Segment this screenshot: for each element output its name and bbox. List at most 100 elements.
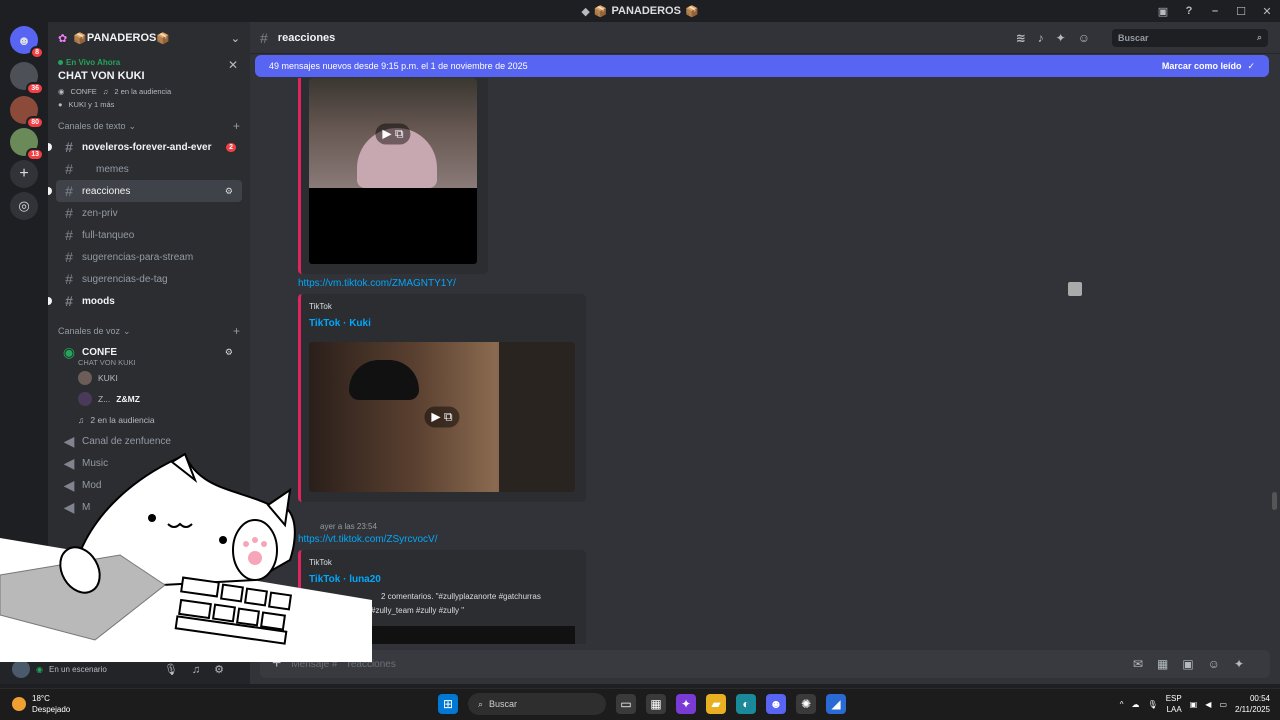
channel-title: reacciones — [277, 31, 336, 44]
onedrive-icon[interactable]: ☁ — [1132, 700, 1140, 709]
add-channel-icon[interactable]: + — [233, 119, 240, 133]
play-icon[interactable]: ▶ ⧉ — [375, 123, 411, 145]
search-input[interactable]: Buscar ⌕ — [1112, 28, 1268, 47]
file-explorer-icon[interactable]: ▰ — [706, 694, 726, 714]
discord-logo-icon: ◆ — [581, 5, 590, 18]
voice-channel-zenfuence[interactable]: ◀ Canal de zenfuence — [56, 430, 242, 452]
channel-reacciones[interactable]: # reacciones ⚙ — [48, 180, 242, 202]
avatar[interactable] — [12, 660, 30, 678]
bell-icon[interactable]: ♪ — [1038, 31, 1056, 45]
title-emoji: 📦 — [684, 5, 699, 18]
weather-icon — [12, 697, 26, 711]
language-indicator[interactable]: ESP LAA — [1166, 693, 1182, 715]
clock[interactable]: 00:54 2/11/2025 — [1235, 693, 1270, 715]
task-view-icon[interactable]: ▭ — [616, 694, 636, 714]
threads-icon[interactable]: ≋ — [1016, 31, 1038, 45]
start-button[interactable]: ⊞ — [438, 694, 458, 714]
sticker-image — [1068, 282, 1082, 296]
banner-text: 49 mensajes nuevos desde 9:15 p.m. el 1 … — [269, 61, 528, 71]
help-icon[interactable]: ? — [1176, 5, 1202, 17]
add-channel-icon[interactable]: + — [233, 324, 240, 338]
channel-moods[interactable]: # moods — [48, 290, 242, 312]
headphones-icon: ♫ — [102, 87, 109, 96]
gif-icon[interactable]: ▦ — [1157, 657, 1182, 671]
server-icon[interactable]: 80 — [10, 96, 44, 129]
store-icon[interactable]: ▦ — [646, 694, 666, 714]
guild-icon: ✿ — [58, 32, 68, 45]
server-icon[interactable]: 36 — [10, 62, 44, 95]
hash-icon: # — [65, 183, 73, 199]
close-button[interactable]: ✕ — [1254, 5, 1280, 18]
headphones-icon[interactable]: ♫ — [192, 664, 214, 676]
category-voice[interactable]: Canales de voz ⌄ + — [48, 312, 250, 341]
discord-icon[interactable]: ☻ — [766, 694, 786, 714]
channel-full-tanqueo[interactable]: # full-tanqueo — [56, 224, 242, 246]
voice-user[interactable]: Z... Z&MZ — [48, 388, 250, 409]
play-icon[interactable]: ▶ ⧉ — [424, 406, 460, 428]
hash-icon: # — [65, 293, 73, 309]
voice-user[interactable]: KUKI — [48, 367, 250, 388]
live-audience: 2 en la audiencia — [114, 87, 172, 96]
message-list: ▶ ⧉ https://vm.tiktok.com/ZMAGNTY1Y/ Tik… — [250, 78, 1280, 644]
hash-icon: # — [65, 271, 73, 287]
channel-sugerencias-de-tag[interactable]: # sugerencias-de-tag — [56, 268, 242, 290]
channel-zen-priv[interactable]: # zen-priv — [56, 202, 242, 224]
close-icon[interactable]: ✕ — [228, 58, 238, 72]
guild-header[interactable]: ✿ 📦 PANADEROS 📦 ⌄ — [48, 22, 250, 54]
gift-icon[interactable]: ✉ — [1133, 657, 1157, 671]
headphones-icon: ♫ — [78, 414, 85, 425]
channel-settings-icon[interactable]: ⚙ — [225, 347, 236, 358]
minimize-button[interactable]: – — [1202, 5, 1228, 17]
category-text[interactable]: Canales de texto ⌄ + — [48, 113, 250, 136]
sticker-icon[interactable]: ▣ — [1182, 657, 1207, 671]
live-tag: En Vivo Ahora — [58, 58, 240, 67]
direct-messages-icon[interactable]: ☻ 8 — [10, 26, 44, 59]
microphone-icon[interactable]: 🎙 — [1148, 700, 1158, 709]
maximize-button[interactable]: ☐ — [1228, 5, 1254, 18]
taskbar-search[interactable]: ⌕ Buscar — [468, 693, 606, 715]
stage-icon: ◉ — [58, 87, 65, 96]
edge-browser-icon[interactable]: ◐ — [736, 694, 756, 714]
emoji-icon[interactable]: ☺ — [1208, 657, 1234, 671]
hash-icon: # — [65, 227, 73, 243]
gear-icon[interactable]: ⚙ — [214, 664, 238, 676]
microphone-icon[interactable]: 🎙 — [164, 664, 192, 676]
pin-icon[interactable]: ✦ — [1056, 31, 1078, 45]
mark-as-read-button[interactable]: Marcar como leído — [1162, 61, 1242, 71]
unread-badge: 2 — [226, 142, 236, 152]
channel-noveleros[interactable]: # noveleros-forever-and-ever 2 — [48, 136, 242, 158]
apps-icon[interactable]: ✦ — [1234, 657, 1258, 671]
mark-read-icon: ✓ — [1247, 60, 1255, 71]
message-link[interactable]: https://vm.tiktok.com/ZMAGNTY1Y/ — [298, 278, 456, 289]
battery-icon[interactable]: ▭ — [1219, 700, 1227, 709]
network-icon[interactable]: ▣ — [1190, 700, 1198, 709]
add-server-icon[interactable]: + — [10, 160, 38, 188]
window-title: ◆ 📦 PANADEROS 📦 — [581, 5, 698, 18]
channel-sugerencias-para-stream[interactable]: # sugerencias-para-stream — [56, 246, 242, 268]
server-icon[interactable]: 13 — [10, 128, 44, 161]
channel-memes[interactable]: # memes — [56, 158, 242, 180]
chatgpt-icon[interactable]: ✺ — [796, 694, 816, 714]
video-thumbnail[interactable]: ▶ ⧉ — [309, 78, 477, 264]
channel-settings-icon[interactable]: ⚙ — [225, 186, 236, 197]
live-stage-panel[interactable]: ✕ En Vivo Ahora CHAT VON KUKI ◉ CONFE ♫ … — [48, 54, 250, 113]
members-icon[interactable]: ☺ — [1078, 31, 1102, 45]
embed-provider: TikTok — [309, 302, 332, 311]
app-icon[interactable]: ◢ — [826, 694, 846, 714]
voice-channel-confe[interactable]: ◉ CONFE ⚙ — [56, 341, 242, 363]
live-speakers: KUKI y 1 más — [68, 100, 115, 109]
copilot-icon[interactable]: ✦ — [676, 694, 696, 714]
scrollbar[interactable] — [1272, 492, 1277, 510]
audience-count[interactable]: ♫ 2 en la audiencia — [48, 409, 250, 430]
discover-icon[interactable]: ◎ — [10, 192, 38, 220]
new-messages-banner[interactable]: 49 mensajes nuevos desde 9:15 p.m. el 1 … — [255, 55, 1269, 77]
embed-title[interactable]: TikTok · Kuki — [309, 318, 371, 329]
chevron-down-icon[interactable]: ⌄ — [231, 32, 240, 45]
chevron-up-icon[interactable]: ^ — [1120, 700, 1124, 709]
message-input[interactable]: + Mensaje # reacciones ✉▦▣☺✦ — [260, 650, 1270, 678]
weather-widget[interactable]: 18°C Despejado — [12, 693, 70, 715]
hash-icon: # — [260, 29, 268, 46]
avatar: ● — [58, 100, 63, 109]
volume-icon[interactable]: ◀ — [1205, 700, 1211, 709]
inbox-icon[interactable]: ▣ — [1150, 5, 1176, 18]
